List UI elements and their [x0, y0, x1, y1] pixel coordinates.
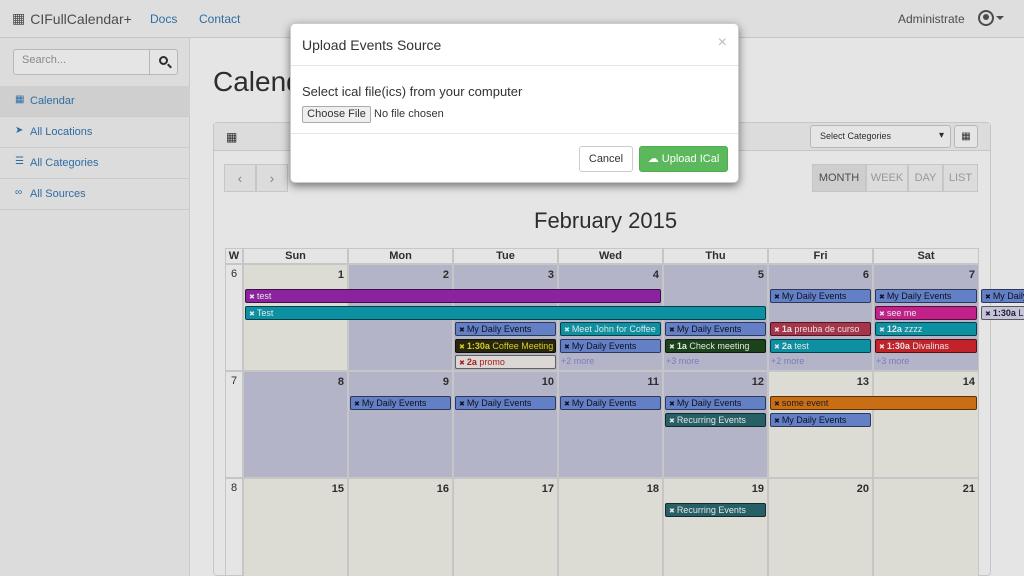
- close-icon[interactable]: ×: [718, 34, 727, 52]
- cloud-upload-icon: ☁: [647, 153, 659, 165]
- upload-label: Upload ICal: [661, 153, 720, 165]
- file-label: Select ical file(ics) from your computer: [302, 84, 523, 99]
- divider: [291, 133, 738, 134]
- upload-modal: Upload Events Source × Select ical file(…: [290, 23, 739, 183]
- choose-file-button[interactable]: Choose File: [302, 106, 371, 123]
- cancel-button[interactable]: Cancel: [579, 146, 633, 172]
- upload-ical-button[interactable]: ☁ Upload ICal: [639, 146, 728, 172]
- divider: [291, 65, 738, 66]
- page: ▦ CIFullCalendar+ Docs Contact Administra…: [0, 0, 1024, 576]
- modal-title: Upload Events Source: [302, 37, 442, 53]
- file-status: No file chosen: [374, 108, 444, 120]
